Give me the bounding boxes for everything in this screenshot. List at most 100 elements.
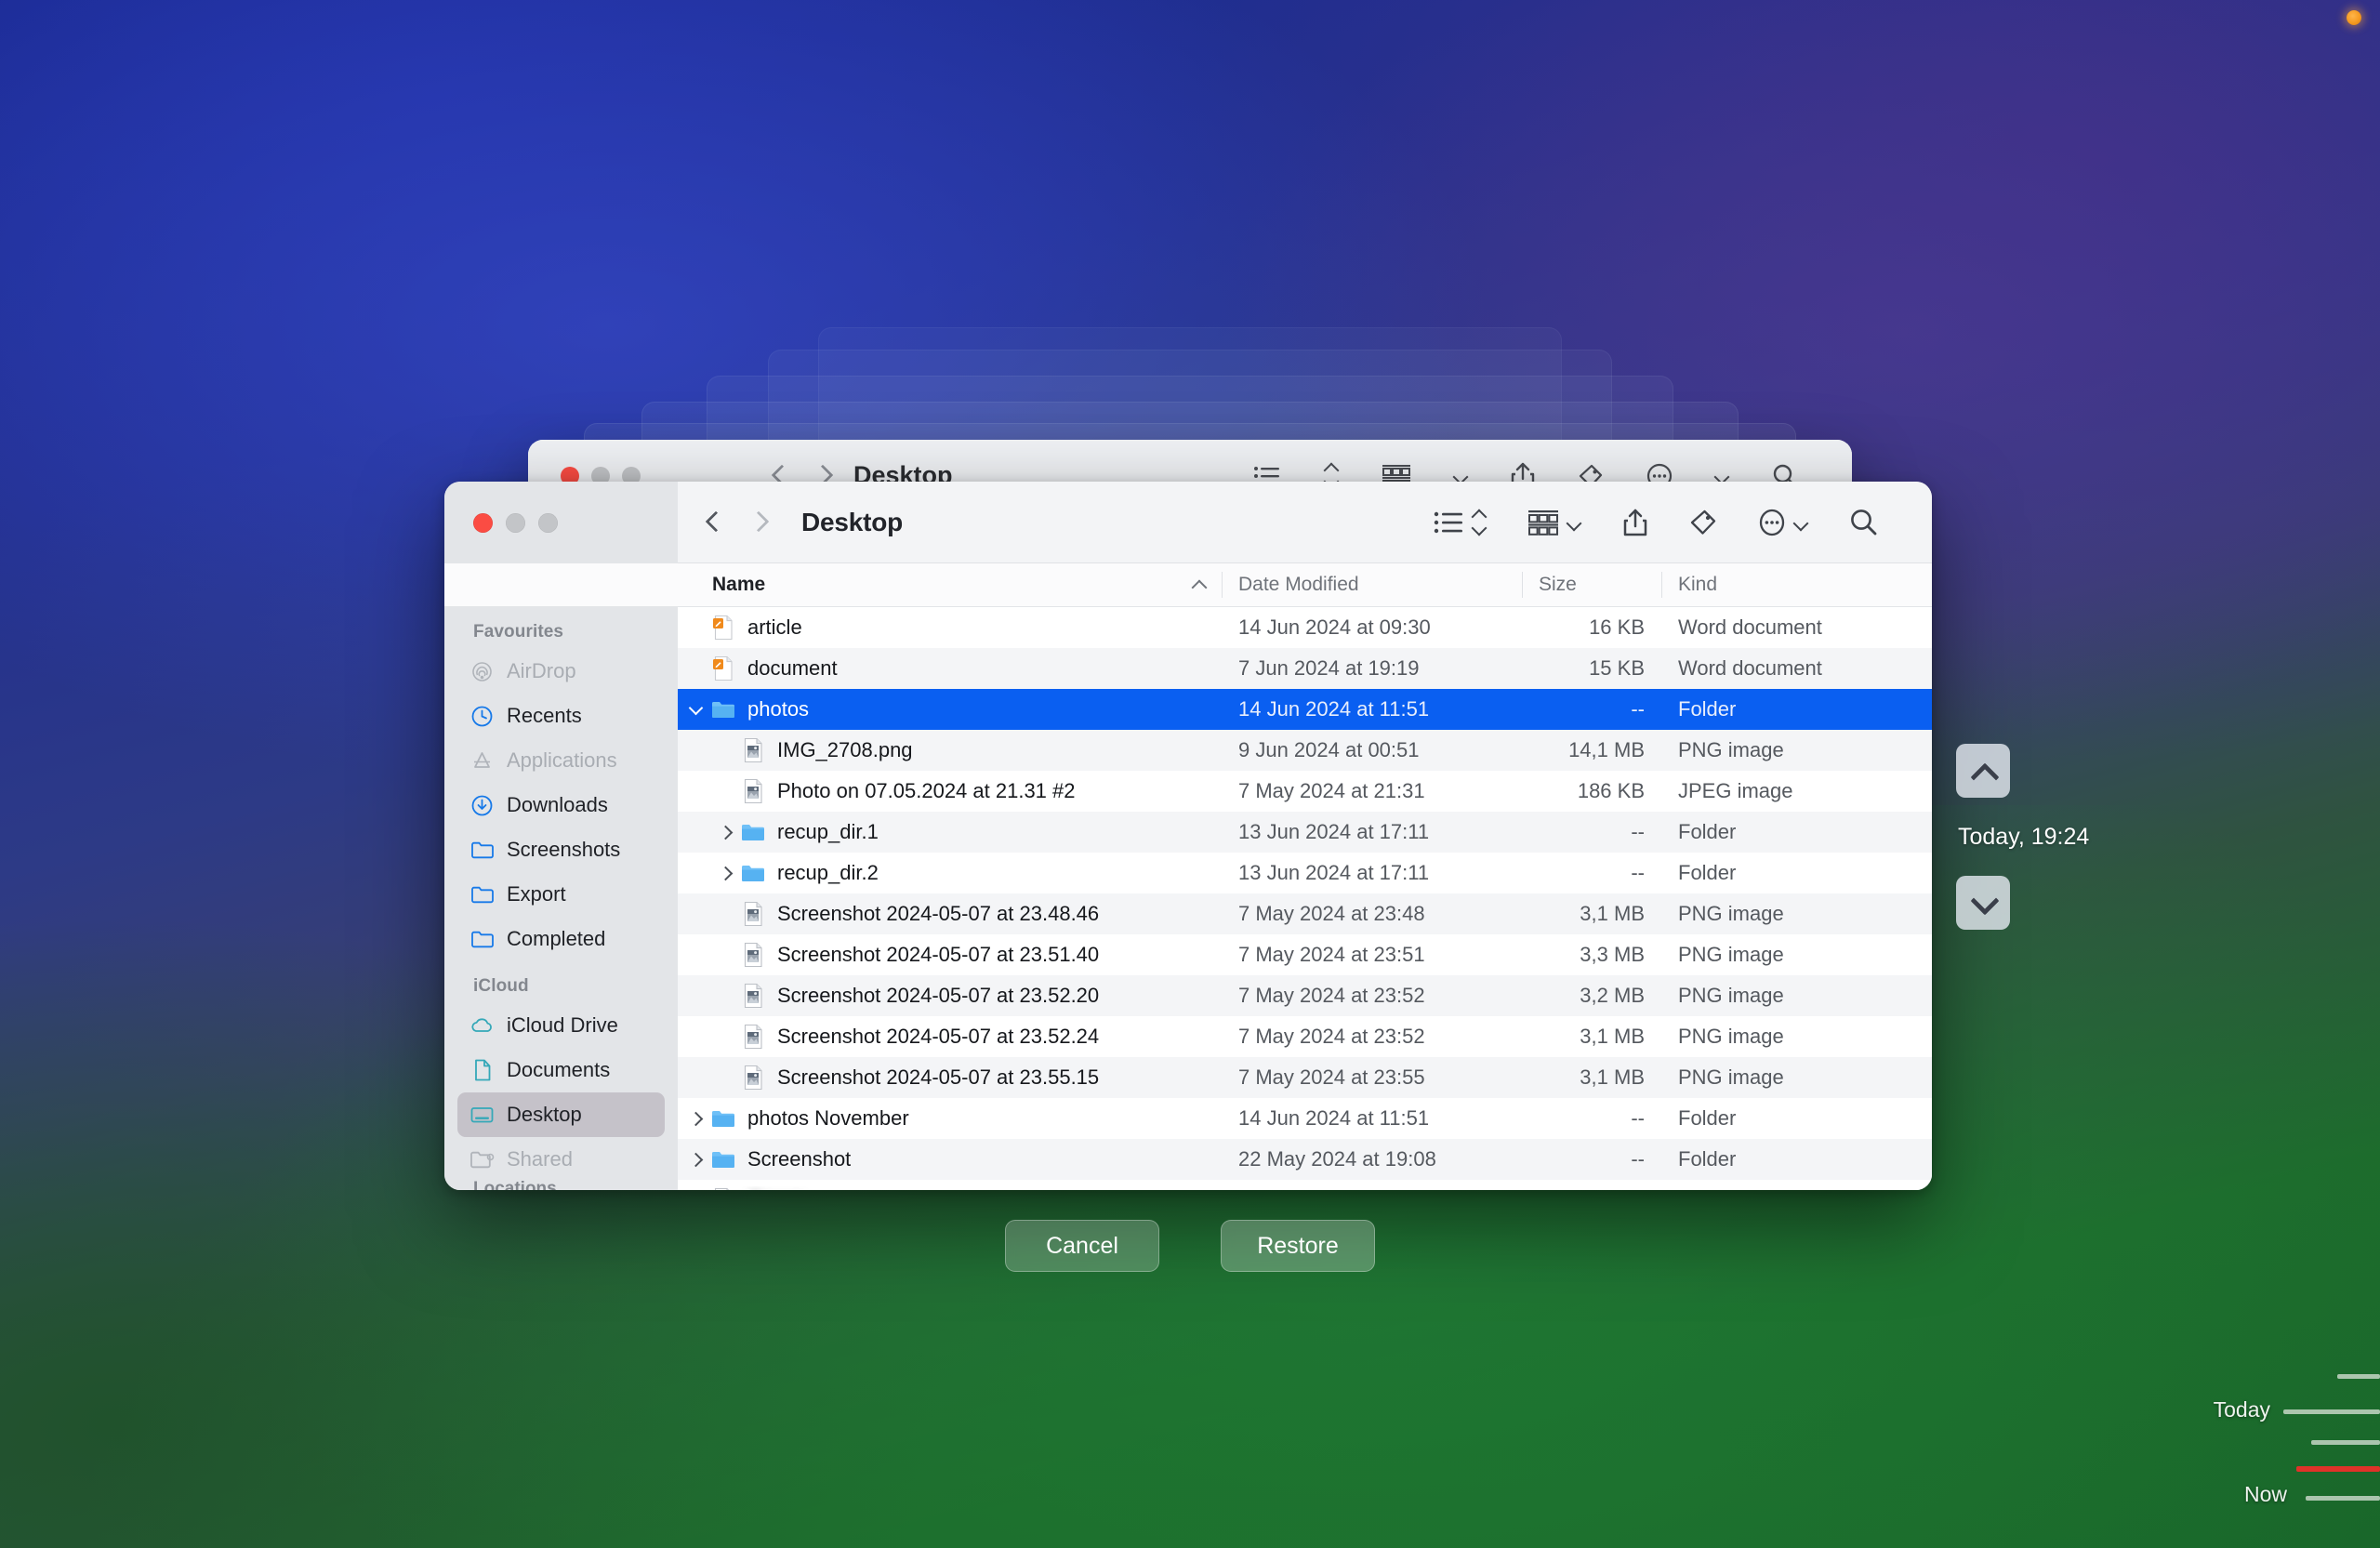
file-name-label: photos November bbox=[747, 1106, 909, 1130]
search-icon bbox=[1851, 509, 1877, 536]
document-icon bbox=[469, 1058, 495, 1083]
forward-chevron-icon[interactable] bbox=[753, 511, 765, 534]
background-group-dropdown-chevron-icon[interactable] bbox=[1454, 471, 1468, 480]
close-icon[interactable] bbox=[473, 512, 493, 533]
sidebar-item-recents[interactable]: Recents bbox=[457, 694, 665, 738]
disclosure-triangle-collapsed[interactable] bbox=[711, 827, 739, 838]
sidebar-item-downloads[interactable]: Downloads bbox=[457, 783, 665, 827]
file-row[interactable]: Screenshot 2024-05-07 at 23.52.20 7 May 2… bbox=[678, 975, 1932, 1016]
sidebar-item-airdrop[interactable]: AirDrop bbox=[457, 649, 665, 694]
sidebar-item-documents[interactable]: Documents bbox=[457, 1048, 665, 1092]
window-toolbar: Desktop bbox=[678, 482, 1932, 563]
timemachine-finder-window[interactable]: Desktop Name Date Modified Size Kind Fav… bbox=[444, 482, 1932, 1190]
file-row[interactable]: IMG_2708.png 9 Jun 2024 at 00:51 14,1 MB PN… bbox=[678, 730, 1932, 771]
column-header-name[interactable]: Name bbox=[678, 563, 1222, 606]
traffic-lights bbox=[444, 482, 678, 563]
folder-icon bbox=[739, 859, 767, 887]
timeline-marker-current[interactable] bbox=[2296, 1466, 2380, 1472]
minimize-icon[interactable] bbox=[506, 512, 525, 533]
file-kind-cell: PNG image bbox=[1678, 902, 1784, 925]
list-view-button[interactable] bbox=[1413, 496, 1507, 549]
file-row[interactable]: Screenshot 2024-05-07 at 23.55.15 7 May 2… bbox=[678, 1057, 1932, 1098]
group-view-button[interactable] bbox=[1507, 496, 1602, 549]
file-name-label: document bbox=[747, 656, 838, 680]
file-row[interactable]: recup_dir.1 13 Jun 2024 at 17:11 -- Folder bbox=[678, 812, 1932, 853]
sidebar-item-completed-label: Completed bbox=[507, 927, 606, 950]
file-row[interactable]: photos November 14 Jun 2024 at 11:51 -- Fol… bbox=[678, 1098, 1932, 1139]
image-file-icon bbox=[739, 777, 767, 805]
restore-button[interactable]: Restore bbox=[1221, 1220, 1375, 1272]
sidebar-group-icloud-label: iCloud bbox=[473, 976, 529, 996]
file-name-label: Screenshot bbox=[747, 1147, 852, 1171]
column-header-name-label: Name bbox=[712, 574, 766, 595]
share-button[interactable] bbox=[1602, 496, 1669, 549]
file-date-cell: 14 Jun 2024 at 09:30 bbox=[1238, 615, 1431, 639]
file-list[interactable]: article 14 Jun 2024 at 09:30 16 KB Word doc… bbox=[678, 607, 1932, 1190]
file-row[interactable]: article 14 Jun 2024 at 09:30 16 KB Word doc… bbox=[678, 607, 1932, 648]
disclosure-triangle-collapsed[interactable] bbox=[681, 1155, 709, 1165]
file-row[interactable]: Screenshot 2024-05-07 at 23.48.46 7 May 2… bbox=[678, 893, 1932, 934]
tag-button[interactable] bbox=[1669, 496, 1738, 549]
sidebar-item-completed[interactable]: Completed bbox=[457, 917, 665, 961]
sidebar-item-export-label: Export bbox=[507, 882, 566, 906]
more-options-button[interactable] bbox=[1738, 496, 1829, 549]
file-name-cell: IMG_2708.png bbox=[678, 736, 1222, 764]
file-name-label: Отчет bbox=[747, 1188, 859, 1190]
cancel-button[interactable]: Cancel bbox=[1005, 1220, 1159, 1272]
file-name-cell: Photo on 07.05.2024 at 21.31 #2 bbox=[678, 777, 1222, 805]
column-header-size[interactable]: Size bbox=[1522, 563, 1661, 606]
tag-icon bbox=[1690, 509, 1716, 535]
previous-backup-arrow-button[interactable] bbox=[1956, 744, 2010, 798]
timeline-navigation: Today, 19:24 bbox=[1956, 744, 2198, 930]
sidebar-item-export[interactable]: Export bbox=[457, 872, 665, 917]
file-row[interactable]: Screenshot 2024-05-07 at 23.52.24 7 May 2… bbox=[678, 1016, 1932, 1057]
search-button[interactable] bbox=[1829, 496, 1898, 549]
file-kind-cell: Folder bbox=[1678, 697, 1737, 721]
file-kind-cell: PNG image bbox=[1678, 984, 1784, 1007]
file-kind-cell: PNG image bbox=[1678, 943, 1784, 966]
file-size-cell: 3,1 MB bbox=[1580, 1065, 1645, 1089]
back-chevron-icon[interactable] bbox=[707, 511, 720, 534]
file-row[interactable]: Photo on 07.05.2024 at 21.31 #2 7 May 202… bbox=[678, 771, 1932, 812]
file-row[interactable]: photos 14 Jun 2024 at 11:51 -- Folder bbox=[678, 689, 1932, 730]
file-row[interactable]: Screenshot 22 May 2024 at 19:08 -- Folder bbox=[678, 1139, 1932, 1180]
timeline-label-now: Now bbox=[2243, 1482, 2287, 1506]
image-file-icon bbox=[739, 941, 767, 969]
sidebar-item-desktop[interactable]: Desktop bbox=[457, 1092, 665, 1137]
chevron-down-icon bbox=[1971, 896, 1995, 910]
timeline-tick[interactable] bbox=[2306, 1496, 2380, 1501]
sidebar-item-desktop-label: Desktop bbox=[507, 1103, 582, 1126]
timeline-ruler[interactable]: Today Now bbox=[2214, 0, 2380, 1548]
file-date-cell: 7 May 2024 at 23:55 bbox=[1238, 1065, 1425, 1089]
timeline-tick[interactable] bbox=[2283, 1409, 2380, 1414]
zoom-icon[interactable] bbox=[538, 512, 558, 533]
file-size-cell: -- bbox=[1631, 697, 1645, 721]
column-header-kind[interactable]: Kind bbox=[1661, 563, 1932, 606]
column-header-date[interactable]: Date Modified bbox=[1222, 563, 1522, 606]
timeline-tick[interactable] bbox=[2311, 1440, 2380, 1445]
disclosure-triangle-collapsed[interactable] bbox=[711, 868, 739, 879]
sidebar-item-applications[interactable]: Applications bbox=[457, 738, 665, 783]
file-row[interactable]: Отчет Yesterday at 10:2980 KBPDF Document bbox=[678, 1180, 1932, 1190]
sidebar-item-screenshots[interactable]: Screenshots bbox=[457, 827, 665, 872]
list-view-icon bbox=[1434, 511, 1462, 533]
action-bar: Cancel Restore bbox=[0, 1220, 2380, 1272]
next-backup-arrow-button[interactable] bbox=[1956, 876, 2010, 930]
sidebar-item-shared[interactable]: Shared bbox=[457, 1137, 665, 1182]
backup-timestamp: Today, 19:24 bbox=[1958, 824, 2090, 850]
more-options-icon bbox=[1759, 509, 1785, 536]
sidebar-item-icloud-drive[interactable]: iCloud Drive bbox=[457, 1003, 665, 1048]
file-size-cell: 3,2 MB bbox=[1580, 984, 1645, 1007]
file-name-label: photos bbox=[747, 697, 810, 721]
file-row[interactable]: recup_dir.2 13 Jun 2024 at 17:11 -- Folder bbox=[678, 853, 1932, 893]
sidebar-item-shared-label: Shared bbox=[507, 1147, 573, 1171]
disclosure-triangle-expanded[interactable] bbox=[681, 705, 709, 715]
file-row[interactable]: document 7 Jun 2024 at 19:19 15 KB Word doc… bbox=[678, 648, 1932, 689]
file-kind-cell: PNG image bbox=[1678, 738, 1784, 761]
timeline-tick[interactable] bbox=[2337, 1374, 2380, 1379]
disclosure-triangle-collapsed[interactable] bbox=[681, 1114, 709, 1124]
folder-icon bbox=[739, 818, 767, 846]
file-row[interactable]: Screenshot 2024-05-07 at 23.51.40 7 May 2… bbox=[678, 934, 1932, 975]
file-kind-cell: PNG image bbox=[1678, 1025, 1784, 1048]
background-more-dropdown-chevron-icon[interactable] bbox=[1715, 471, 1729, 480]
